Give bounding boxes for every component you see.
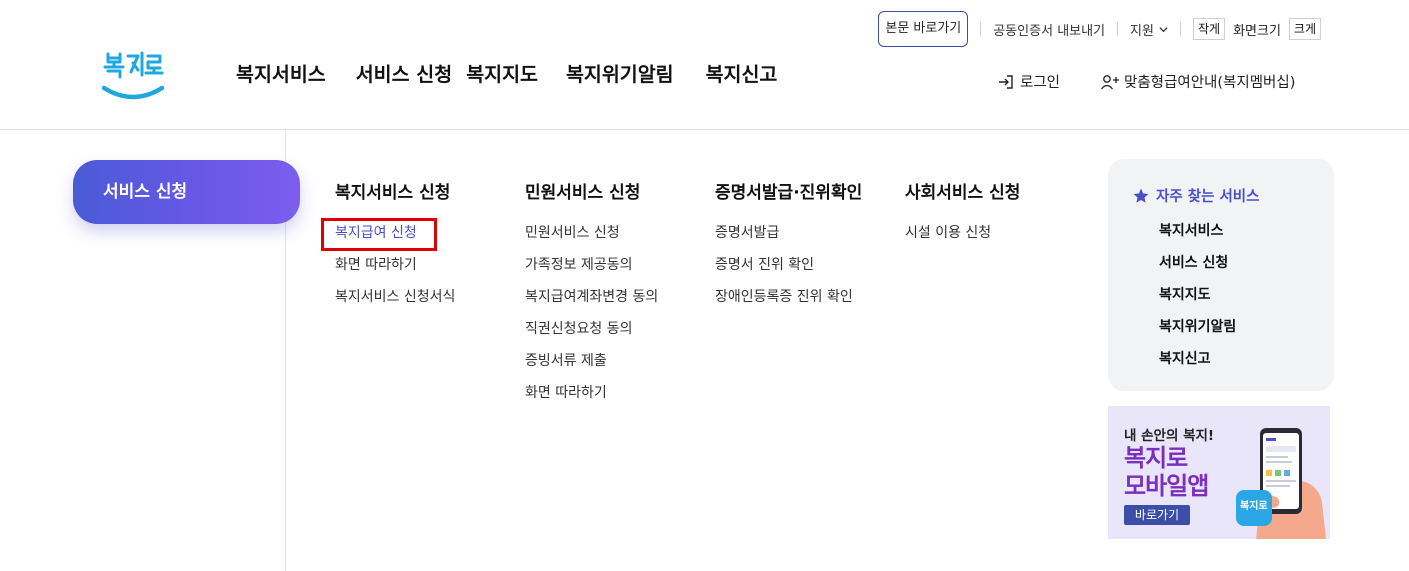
gnb-item-service-apply[interactable]: 서비스 신청	[356, 58, 453, 87]
global-nav: 복지서비스 서비스 신청 복지지도 복지위기알림 복지신고	[236, 58, 777, 87]
side-active-menu[interactable]: 서비스 신청	[73, 160, 300, 224]
phone-in-hand-illustration	[1236, 428, 1326, 539]
quick-item[interactable]: 복지서비스	[1159, 221, 1236, 253]
frequent-services-label: 자주 찾는 서비스	[1156, 189, 1260, 205]
support-dropdown[interactable]: 지원	[1130, 20, 1168, 39]
menu-item[interactable]: 화면 따라하기	[335, 255, 455, 287]
font-size-label: 화면크기	[1233, 23, 1281, 39]
login-link[interactable]: 로그인	[997, 71, 1060, 92]
menu-item[interactable]: 민원서비스 신청	[525, 223, 658, 255]
quick-item[interactable]: 복지지도	[1159, 285, 1236, 317]
star-icon	[1133, 188, 1149, 203]
membership-label: 맞춤형급여안내(복지멤버십)	[1124, 75, 1296, 91]
app-badge-text: 복지로	[1240, 501, 1268, 512]
divider	[1179, 22, 1181, 36]
site-header: 본문 바로가기 공동인증서 내보내기 지원 작게 화면크기 크게 복지서비스 서…	[0, 0, 1409, 130]
gnb-item-welfare-report[interactable]: 복지신고	[706, 58, 778, 87]
mobile-app-banner[interactable]: 내 손안의 복지! 복지로 모바일앱 바로가기 복지로	[1108, 406, 1330, 539]
cert-export-link[interactable]: 공동인증서 내보내기	[993, 20, 1105, 39]
gnb-item-welfare-service[interactable]: 복지서비스	[236, 58, 326, 87]
highlight-box	[321, 218, 437, 251]
frequent-services-title: 자주 찾는 서비스	[1132, 185, 1259, 206]
menu-item[interactable]: 증명서 진위 확인	[715, 255, 862, 287]
banner-headline-line2: 모바일앱	[1124, 472, 1209, 500]
chevron-down-icon	[1159, 26, 1168, 32]
banner-headline: 복지로 모바일앱	[1124, 444, 1209, 500]
menu-item[interactable]: 장애인등록증 진위 확인	[715, 287, 862, 319]
frequent-services-panel: 자주 찾는 서비스 복지서비스 서비스 신청 복지지도 복지위기알림 복지신고	[1108, 159, 1334, 391]
menu-column-title: 복지서비스 신청	[335, 183, 451, 203]
quick-item[interactable]: 서비스 신청	[1159, 253, 1236, 285]
menu-item[interactable]: 가족정보 제공동의	[525, 255, 658, 287]
divider	[980, 22, 982, 36]
login-label: 로그인	[1020, 75, 1061, 91]
menu-item[interactable]: 직권신청요청 동의	[525, 319, 658, 351]
menu-item[interactable]: 시설 이용 신청	[905, 223, 1020, 255]
utility-bar: 본문 바로가기 공동인증서 내보내기 지원 작게 화면크기 크게	[878, 11, 1321, 47]
menu-item[interactable]: 화면 따라하기	[525, 383, 658, 415]
menu-column-civil-apply: 민원서비스 신청 민원서비스 신청 가족정보 제공동의 복지급여계좌변경 동의 …	[525, 181, 658, 415]
quick-item[interactable]: 복지신고	[1159, 349, 1236, 381]
divider	[1117, 22, 1119, 36]
login-icon	[999, 74, 1013, 89]
menu-item[interactable]: 증빙서류 제출	[525, 351, 658, 383]
menu-column-social-service: 사회서비스 신청 시설 이용 신청	[905, 181, 1020, 255]
skip-to-content-link[interactable]: 본문 바로가기	[878, 11, 969, 47]
support-label: 지원	[1130, 23, 1154, 39]
menu-column-certificate: 증명서발급·진위확인 증명서발급 증명서 진위 확인 장애인등록증 진위 확인	[715, 181, 862, 319]
menu-item[interactable]: 증명서발급	[715, 223, 862, 255]
bokjiro-logo[interactable]	[100, 48, 166, 104]
membership-link[interactable]: 맞춤형급여안내(복지멤버십)	[1100, 71, 1295, 92]
banner-go-button[interactable]: 바로가기	[1124, 505, 1190, 525]
font-large-button[interactable]: 크게	[1288, 18, 1321, 40]
menu-item[interactable]: 복지서비스 신청서식	[335, 287, 455, 319]
menu-column-title: 사회서비스 신청	[905, 183, 1021, 203]
quick-item[interactable]: 복지위기알림	[1159, 317, 1236, 349]
banner-headline-line1: 복지로	[1124, 444, 1188, 472]
menu-column-title: 증명서발급·진위확인	[715, 183, 863, 203]
menu-item[interactable]: 복지급여계좌변경 동의	[525, 287, 658, 319]
gnb-item-welfare-map[interactable]: 복지지도	[466, 58, 538, 87]
gnb-item-crisis-alert[interactable]: 복지위기알림	[566, 58, 674, 87]
banner-tagline: 내 손안의 복지!	[1124, 428, 1215, 444]
menu-column-title: 민원서비스 신청	[525, 183, 641, 203]
user-plus-icon	[1100, 74, 1119, 89]
font-small-button[interactable]: 작게	[1192, 18, 1226, 40]
